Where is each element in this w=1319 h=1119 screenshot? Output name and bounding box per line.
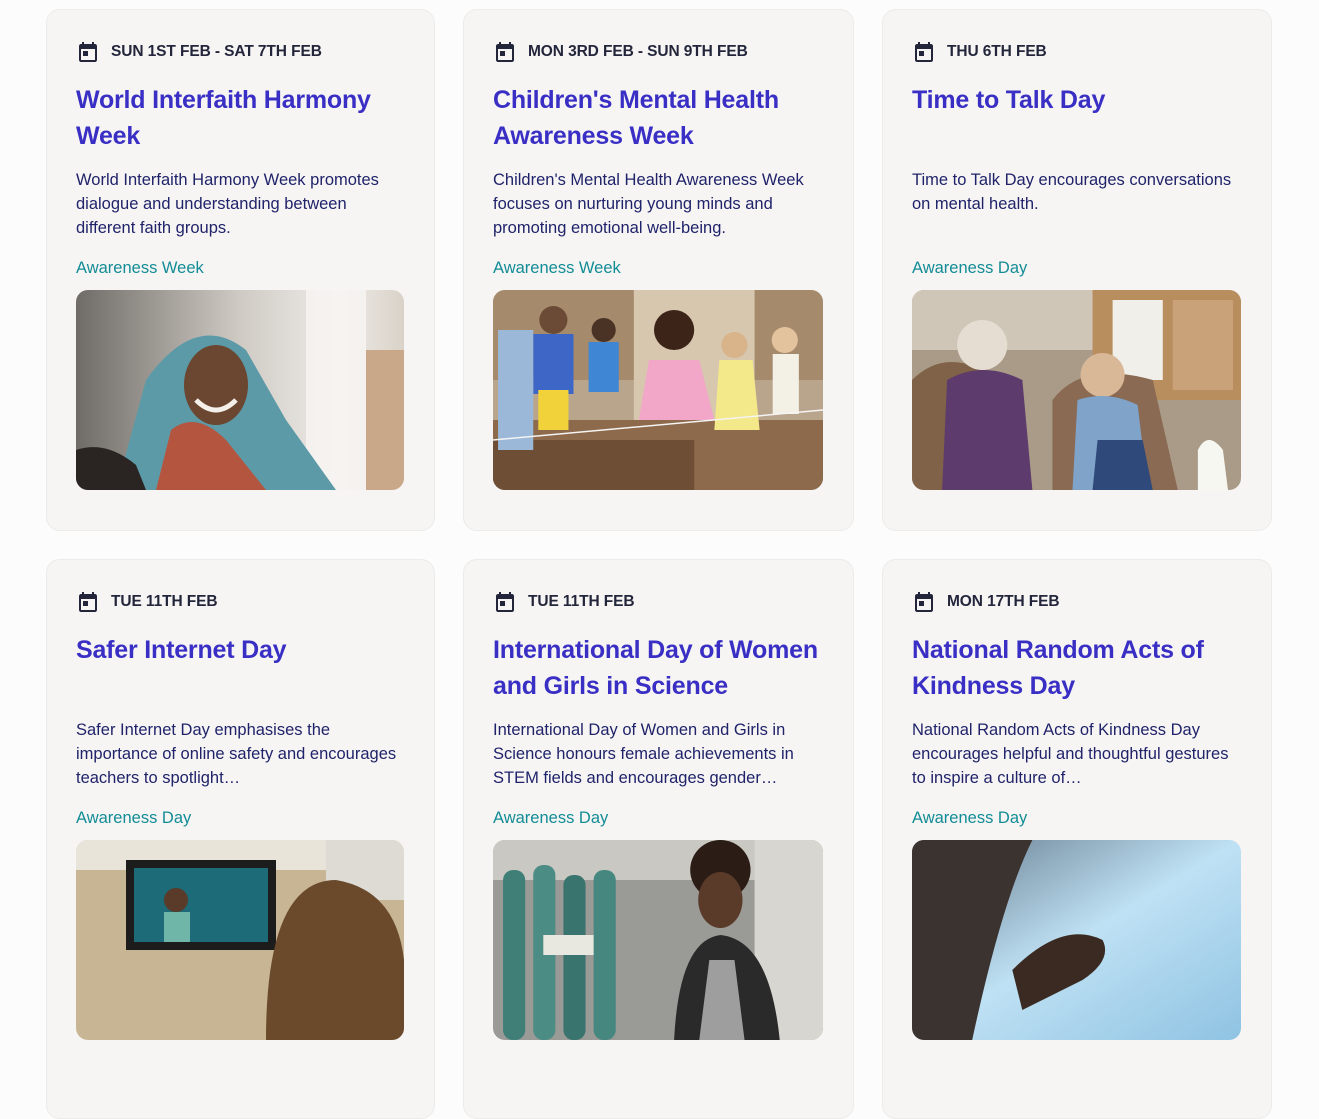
event-description: International Day of Women and Girls in …	[493, 721, 794, 787]
event-image[interactable]	[493, 290, 823, 490]
event-card[interactable]: TUE 11TH FEB Safer Internet Day Safer In…	[46, 559, 435, 1119]
calendar-icon	[915, 592, 933, 612]
event-category-link[interactable]: Awareness Week	[493, 259, 621, 278]
event-image[interactable]	[76, 290, 404, 490]
event-card[interactable]: SUN 1ST FEB - SAT 7TH FEB World Interfai…	[46, 9, 435, 531]
event-date-row: MON 3RD FEB - SUN 9TH FEB	[493, 40, 823, 64]
event-description: National Random Acts of Kindness Day enc…	[912, 721, 1229, 787]
event-image[interactable]	[912, 840, 1241, 1040]
event-category-link[interactable]: Awareness Day	[76, 809, 191, 828]
event-date-row: THU 6TH FEB	[912, 40, 1241, 64]
event-title[interactable]: Safer Internet Day	[76, 632, 404, 704]
event-category-link[interactable]: Awareness Day	[493, 809, 608, 828]
calendar-icon	[496, 42, 514, 62]
event-category-link[interactable]: Awareness Day	[912, 809, 1027, 828]
event-image[interactable]	[912, 290, 1241, 490]
event-title[interactable]: World Interfaith Harmony Week	[76, 82, 404, 154]
event-title[interactable]: National Random Acts of Kindness Day	[912, 632, 1241, 704]
event-image[interactable]	[76, 840, 404, 1040]
event-date: TUE 11TH FEB	[528, 593, 635, 610]
event-description: World Interfaith Harmony Week promotes d…	[76, 171, 379, 237]
event-card[interactable]: THU 6TH FEB Time to Talk Day Time to Tal…	[882, 9, 1272, 531]
calendar-icon	[496, 592, 514, 612]
event-category-link[interactable]: Awareness Day	[912, 259, 1027, 278]
event-card[interactable]: TUE 11TH FEB International Day of Women …	[463, 559, 854, 1119]
event-title[interactable]: Children's Mental Health Awareness Week	[493, 82, 823, 154]
event-date: THU 6TH FEB	[947, 43, 1047, 60]
event-description: Safer Internet Day emphasises the import…	[76, 721, 397, 787]
event-date: MON 17TH FEB	[947, 593, 1060, 610]
event-description: Children's Mental Health Awareness Week …	[493, 171, 804, 237]
calendar-icon	[915, 42, 933, 62]
event-date-row: SUN 1ST FEB - SAT 7TH FEB	[76, 40, 404, 64]
event-category-link[interactable]: Awareness Week	[76, 259, 204, 278]
event-date-row: TUE 11TH FEB	[76, 590, 404, 614]
event-date-row: MON 17TH FEB	[912, 590, 1241, 614]
calendar-icon	[79, 42, 97, 62]
event-card[interactable]: MON 3RD FEB - SUN 9TH FEB Children's Men…	[463, 9, 854, 531]
event-description: Time to Talk Day encourages conversation…	[912, 171, 1232, 213]
event-date-row: TUE 11TH FEB	[493, 590, 823, 614]
event-image[interactable]	[493, 840, 823, 1040]
event-date: MON 3RD FEB - SUN 9TH FEB	[528, 43, 748, 60]
event-title[interactable]: Time to Talk Day	[912, 82, 1241, 154]
event-card[interactable]: MON 17TH FEB National Random Acts of Kin…	[882, 559, 1272, 1119]
event-title[interactable]: International Day of Women and Girls in …	[493, 632, 823, 704]
event-date: TUE 11TH FEB	[111, 593, 218, 610]
event-date: SUN 1ST FEB - SAT 7TH FEB	[111, 43, 322, 60]
events-grid: SUN 1ST FEB - SAT 7TH FEB World Interfai…	[46, 9, 1272, 1119]
calendar-icon	[79, 592, 97, 612]
